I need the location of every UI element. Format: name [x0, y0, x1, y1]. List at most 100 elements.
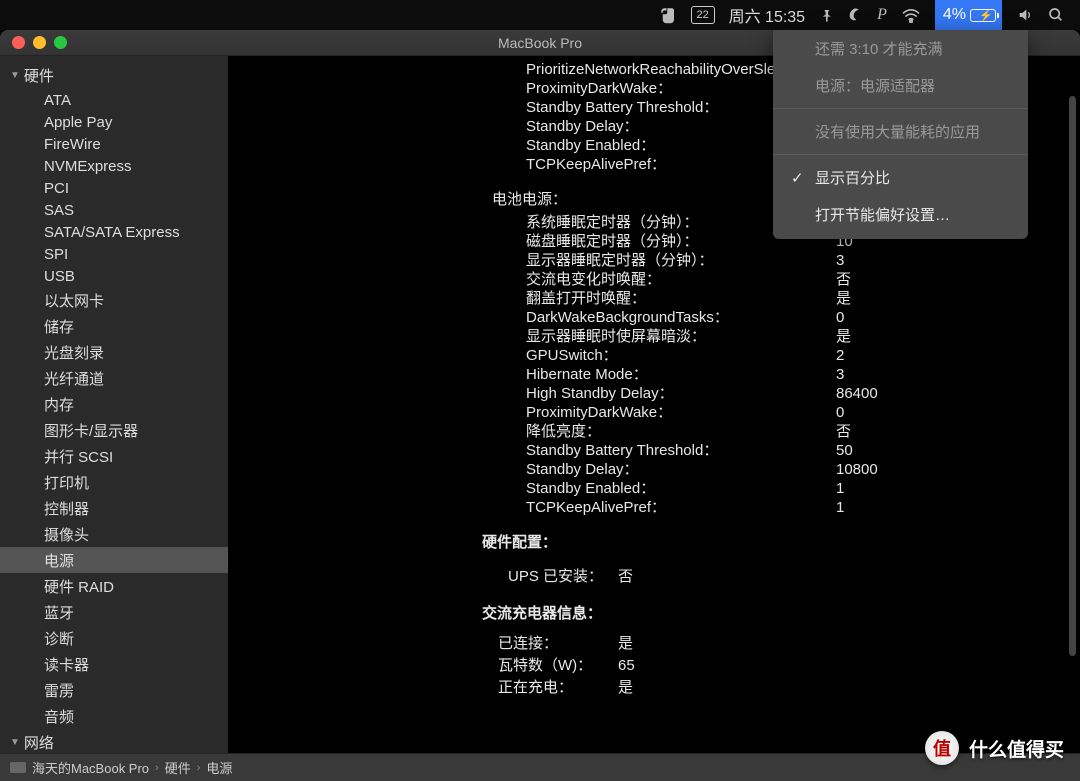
- menu-open-energy-prefs[interactable]: 打开节能偏好设置…: [773, 196, 1028, 233]
- info-value: 是: [618, 633, 633, 655]
- info-row: Standby Enabled：1: [228, 479, 1080, 498]
- info-value: 2: [836, 346, 844, 365]
- breadcrumb-hardware[interactable]: 硬件: [165, 758, 191, 777]
- sidebar-item[interactable]: SAS: [0, 199, 228, 221]
- sidebar-item[interactable]: 光纤通道: [0, 365, 228, 391]
- calendar-icon[interactable]: 22: [691, 6, 715, 24]
- info-row: 翻盖打开时唤醒：是: [228, 289, 1080, 308]
- sidebar-item[interactable]: 并行 SCSI: [0, 443, 228, 469]
- battery-menu: 还需 3:10 才能充满 电源：电源适配器 没有使用大量能耗的应用 ✓显示百分比…: [773, 30, 1028, 239]
- info-value: 10800: [836, 460, 878, 479]
- sidebar-item[interactable]: 内存: [0, 391, 228, 417]
- info-row: 显示器睡眠定时器（分钟）：3: [228, 251, 1080, 270]
- p-icon[interactable]: P: [877, 6, 887, 24]
- info-row: TCPKeepAlivePref：1: [228, 498, 1080, 517]
- info-value: 86400: [836, 384, 878, 403]
- sidebar-item[interactable]: 打印机: [0, 469, 228, 495]
- minimize-button[interactable]: [33, 36, 46, 49]
- info-key: 瓦特数（W)：: [498, 655, 618, 677]
- info-value: 1: [836, 498, 844, 517]
- info-value: 是: [836, 289, 851, 308]
- info-key: Hibernate Mode：: [526, 365, 836, 384]
- disclosure-triangle-icon: ▼: [10, 70, 20, 81]
- info-value: 否: [836, 270, 851, 289]
- info-value: 0: [836, 403, 844, 422]
- sidebar-item[interactable]: FireWire: [0, 133, 228, 155]
- breadcrumb: 海天的MacBook Pro › 硬件 › 电源: [0, 753, 1080, 781]
- maximize-button[interactable]: [54, 36, 67, 49]
- info-row: 显示器睡眠时使屏幕暗淡：是: [228, 327, 1080, 346]
- info-row: Standby Delay：10800: [228, 460, 1080, 479]
- sidebar-item[interactable]: 光盘刻录: [0, 339, 228, 365]
- leaf-icon[interactable]: [847, 7, 863, 23]
- sidebar-item[interactable]: 控制器: [0, 495, 228, 521]
- sidebar-item[interactable]: 电源: [0, 547, 228, 573]
- evernote-icon[interactable]: [659, 6, 677, 24]
- chevron-icon: ›: [197, 762, 201, 774]
- menubar: 22 周六 15:35 P 4% ⚡: [0, 0, 1080, 30]
- info-row: 交流电变化时唤醒：否: [228, 270, 1080, 289]
- search-icon[interactable]: [1048, 7, 1064, 23]
- info-row: DarkWakeBackgroundTasks：0: [228, 308, 1080, 327]
- info-row: ProximityDarkWake：0: [228, 403, 1080, 422]
- section-charger-info: 交流充电器信息：: [228, 588, 1080, 627]
- battery-status[interactable]: 4% ⚡: [935, 0, 1002, 30]
- sidebar-item[interactable]: 蓝牙: [0, 599, 228, 625]
- sidebar-item[interactable]: SATA/SATA Express: [0, 221, 228, 243]
- disclosure-triangle-icon: ▼: [10, 737, 20, 748]
- sidebar-section-hardware[interactable]: ▼硬件: [0, 62, 228, 89]
- menu-show-percentage[interactable]: ✓显示百分比: [773, 159, 1028, 196]
- breadcrumb-power[interactable]: 电源: [206, 758, 232, 777]
- info-key: DarkWakeBackgroundTasks：: [526, 308, 836, 327]
- info-row: 已连接：是: [228, 633, 1080, 655]
- window-title: MacBook Pro: [498, 35, 582, 51]
- sidebar-item[interactable]: USB: [0, 265, 228, 287]
- sidebar-item[interactable]: 以太网卡: [0, 287, 228, 313]
- info-key: High Standby Delay：: [526, 384, 836, 403]
- sidebar-item[interactable]: PCI: [0, 177, 228, 199]
- info-row: Hibernate Mode：3: [228, 365, 1080, 384]
- sidebar-item[interactable]: 读卡器: [0, 651, 228, 677]
- battery-icon: ⚡: [970, 9, 996, 22]
- calendar-day: 22: [696, 9, 708, 21]
- info-value: 否: [618, 566, 633, 588]
- battery-power-source: 电源：电源适配器: [773, 67, 1028, 104]
- info-key: 显示器睡眠时使屏幕暗淡：: [526, 327, 836, 346]
- sidebar[interactable]: ▼硬件ATAApple PayFireWireNVMExpressPCISASS…: [0, 56, 228, 753]
- sidebar-item[interactable]: 图形卡/显示器: [0, 417, 228, 443]
- sidebar-item[interactable]: 诊断: [0, 625, 228, 651]
- watermark-badge: 值: [925, 731, 959, 765]
- info-row: 正在充电：是: [228, 677, 1080, 699]
- info-row: 降低亮度：否: [228, 422, 1080, 441]
- scrollbar[interactable]: [1069, 96, 1076, 656]
- chevron-icon: ›: [155, 762, 159, 774]
- battery-time-remaining: 还需 3:10 才能充满: [773, 30, 1028, 67]
- info-key: 翻盖打开时唤醒：: [526, 289, 836, 308]
- sidebar-item[interactable]: 储存: [0, 313, 228, 339]
- info-row: 瓦特数（W)：65: [228, 655, 1080, 677]
- sidebar-section-network[interactable]: ▼网络: [0, 729, 228, 753]
- sidebar-item[interactable]: NVMExpress: [0, 155, 228, 177]
- sidebar-item[interactable]: SPI: [0, 243, 228, 265]
- info-value: 3: [836, 365, 844, 384]
- close-button[interactable]: [12, 36, 25, 49]
- sidebar-item[interactable]: 音频: [0, 703, 228, 729]
- info-row: GPUSwitch：2: [228, 346, 1080, 365]
- sidebar-item[interactable]: Apple Pay: [0, 111, 228, 133]
- info-value: 否: [836, 422, 851, 441]
- info-row: UPS 已安装：否: [228, 556, 1080, 588]
- info-value: 65: [618, 655, 635, 677]
- sidebar-item[interactable]: ATA: [0, 89, 228, 111]
- wifi-icon[interactable]: [901, 7, 921, 23]
- info-key: TCPKeepAlivePref：: [526, 498, 836, 517]
- sidebar-item[interactable]: 摄像头: [0, 521, 228, 547]
- breadcrumb-root[interactable]: 海天的MacBook Pro: [32, 758, 149, 777]
- pin-icon[interactable]: [819, 8, 833, 22]
- info-key: UPS 已安装：: [508, 566, 618, 588]
- info-key: 交流电变化时唤醒：: [526, 270, 836, 289]
- sidebar-item[interactable]: 雷雳: [0, 677, 228, 703]
- speaker-icon[interactable]: [1016, 7, 1034, 23]
- menubar-datetime[interactable]: 周六 15:35: [729, 3, 806, 27]
- sidebar-item[interactable]: 硬件 RAID: [0, 573, 228, 599]
- info-value: 50: [836, 441, 853, 460]
